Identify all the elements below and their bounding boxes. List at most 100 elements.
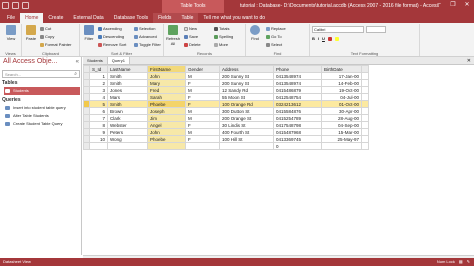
cell-gender[interactable]: F <box>185 121 220 129</box>
tab-external-data[interactable]: External Data <box>68 13 108 23</box>
cell-add-column[interactable] <box>361 79 369 87</box>
column-header-birthdate[interactable]: BirthDate <box>321 65 362 73</box>
font-color-icon[interactable] <box>327 36 332 41</box>
design-view-icon[interactable]: ✎ <box>467 258 470 266</box>
cell-add-column[interactable] <box>361 128 369 136</box>
add-column-header[interactable] <box>361 65 369 73</box>
cell-firstname[interactable]: John <box>147 128 186 136</box>
datasheet-view-icon[interactable]: ▦ <box>459 258 463 266</box>
nav-item-create-query[interactable]: Create Student Table Query <box>4 120 80 128</box>
cell-gender[interactable]: M <box>185 114 220 122</box>
cell-address[interactable]: 200 Orange St <box>219 114 274 122</box>
nav-search-input[interactable]: Search... ⌕ <box>2 70 80 78</box>
toggle-filter-button[interactable]: Toggle Filter <box>134 42 161 47</box>
cell-gender[interactable]: M <box>185 72 220 80</box>
cell-birthdate[interactable]: 17-Jan-00 <box>321 72 362 80</box>
cell-s-id[interactable]: 6 <box>89 107 108 115</box>
cell-firstname[interactable]: Phoebe <box>147 135 186 143</box>
cell-s-id[interactable]: 10 <box>89 135 108 143</box>
cell-add-column[interactable] <box>361 107 369 115</box>
refresh-all-button[interactable]: Refresh All <box>166 25 180 46</box>
cell-birthdate[interactable] <box>321 142 362 150</box>
cell-phone[interactable]: 0413548974 <box>273 72 322 80</box>
table-row[interactable]: 8 Webster Angel F 30 Lindis St 0417548798 04-S… <box>83 121 369 129</box>
cell-add-column[interactable] <box>361 86 369 94</box>
ascending-button[interactable]: Ascending <box>98 26 122 31</box>
cell-add-column[interactable] <box>361 93 369 101</box>
spelling-button[interactable]: Spelling <box>214 34 233 39</box>
cell-lastname[interactable]: Wong <box>107 135 148 143</box>
tab-create[interactable]: Create <box>43 13 68 23</box>
cell-add-column[interactable] <box>361 121 369 129</box>
cell-lastname[interactable]: Smith <box>107 100 148 108</box>
cell-firstname[interactable]: Sarah <box>147 93 186 101</box>
tab-table[interactable]: Table <box>176 13 199 23</box>
cell-address[interactable]: 12 Sandy Rd <box>219 86 274 94</box>
close-button[interactable]: ✕ <box>462 1 472 8</box>
cell-s-id[interactable]: 2 <box>89 79 108 87</box>
nav-pane-title[interactable]: All Access Obje... <box>3 58 57 65</box>
nav-item-students[interactable]: Students <box>4 87 80 95</box>
replace-button[interactable]: Replace <box>266 26 286 31</box>
cell-firstname[interactable]: Mary <box>147 79 186 87</box>
nav-item-insert-query[interactable]: Insert into student table query <box>4 104 80 112</box>
cell-phone[interactable]: 0413369745 <box>273 135 322 143</box>
italic-icon[interactable]: I <box>318 36 319 41</box>
highlight-icon[interactable] <box>334 36 339 41</box>
cell-birthdate[interactable]: 30-Apr-00 <box>321 107 362 115</box>
paste-button[interactable]: Paste <box>24 25 38 41</box>
table-row[interactable]: 9 Peters John M 400 Fourth St 0415487968 15-Ma… <box>83 128 369 136</box>
delete-record-button[interactable]: Delete <box>184 42 201 47</box>
column-header-lastname[interactable]: LastName <box>107 65 148 73</box>
cell-lastname[interactable]: Peters <box>107 128 148 136</box>
cell-firstname[interactable]: Jim <box>147 114 186 122</box>
cell-gender[interactable]: F <box>185 93 220 101</box>
cell-firstname[interactable]: John <box>147 72 186 80</box>
underline-icon[interactable]: U <box>322 36 325 41</box>
cell-lastname[interactable]: Smith <box>107 79 148 87</box>
go-to-button[interactable]: Go To <box>266 34 282 39</box>
cell-phone[interactable]: 0324213612 <box>273 100 322 108</box>
cell-phone[interactable]: 0415584876 <box>273 107 322 115</box>
column-header-gender[interactable]: Gender <box>185 65 220 73</box>
doc-tab-query1[interactable]: Query1 <box>107 57 130 64</box>
save-record-button[interactable]: Save <box>184 34 198 39</box>
close-document-icon[interactable]: ✕ <box>467 57 471 65</box>
cell-s-id[interactable] <box>89 142 108 150</box>
table-row[interactable]: 4 Mars Sarah F 55 Moon St 0412548754 04-Jul-00 <box>83 93 369 101</box>
cell-address[interactable]: 200 Sunny St <box>219 72 274 80</box>
font-size-select[interactable] <box>366 26 386 33</box>
save-icon[interactable] <box>2 2 9 9</box>
cell-gender[interactable]: F <box>185 79 220 87</box>
cell-phone[interactable]: 0 <box>273 142 322 150</box>
cell-address[interactable]: 100 Orange Rd <box>219 100 274 108</box>
cell-lastname[interactable] <box>107 142 148 150</box>
bold-icon[interactable]: B <box>312 36 315 41</box>
table-row[interactable]: 7 Clark Jim M 200 Orange St 0415254789 28-Aug-… <box>83 114 369 122</box>
table-row[interactable]: 2 Smith Mary F 200 Sunny St 0413548974 14-Feb-… <box>83 79 369 87</box>
doc-tab-students[interactable]: Students <box>83 57 108 64</box>
cell-s-id[interactable]: 1 <box>89 72 108 80</box>
cell-s-id[interactable]: 5 <box>89 100 108 108</box>
tables-section-header[interactable]: Tables <box>2 80 80 86</box>
cell-add-column[interactable] <box>361 142 369 150</box>
more-button[interactable]: More <box>214 42 228 47</box>
cell-firstname[interactable]: Phoebe <box>147 100 186 108</box>
cell-birthdate[interactable]: 04-Jul-00 <box>321 93 362 101</box>
font-family-select[interactable]: Calibri <box>312 26 364 33</box>
tab-home[interactable]: Home <box>20 13 44 23</box>
table-row[interactable]: 6 Brown Joseph M 300 Dutton St 0415584876 30-A… <box>83 107 369 115</box>
find-button[interactable]: Find <box>248 25 262 41</box>
cell-gender[interactable] <box>185 142 220 150</box>
cut-button[interactable]: Cut <box>40 26 51 31</box>
cell-birthdate[interactable]: 01-Oct-00 <box>321 100 362 108</box>
cell-phone[interactable]: 0415486879 <box>273 86 322 94</box>
cell-s-id[interactable]: 4 <box>89 93 108 101</box>
minimize-button[interactable]: – <box>434 1 444 8</box>
cell-s-id[interactable]: 3 <box>89 86 108 94</box>
tab-file[interactable]: File <box>2 13 20 23</box>
cell-birthdate[interactable]: 04-Sep-00 <box>321 121 362 129</box>
cell-phone[interactable]: 0415254789 <box>273 114 322 122</box>
cell-birthdate[interactable]: 28-Aug-00 <box>321 114 362 122</box>
totals-button[interactable]: Totals <box>214 26 229 31</box>
